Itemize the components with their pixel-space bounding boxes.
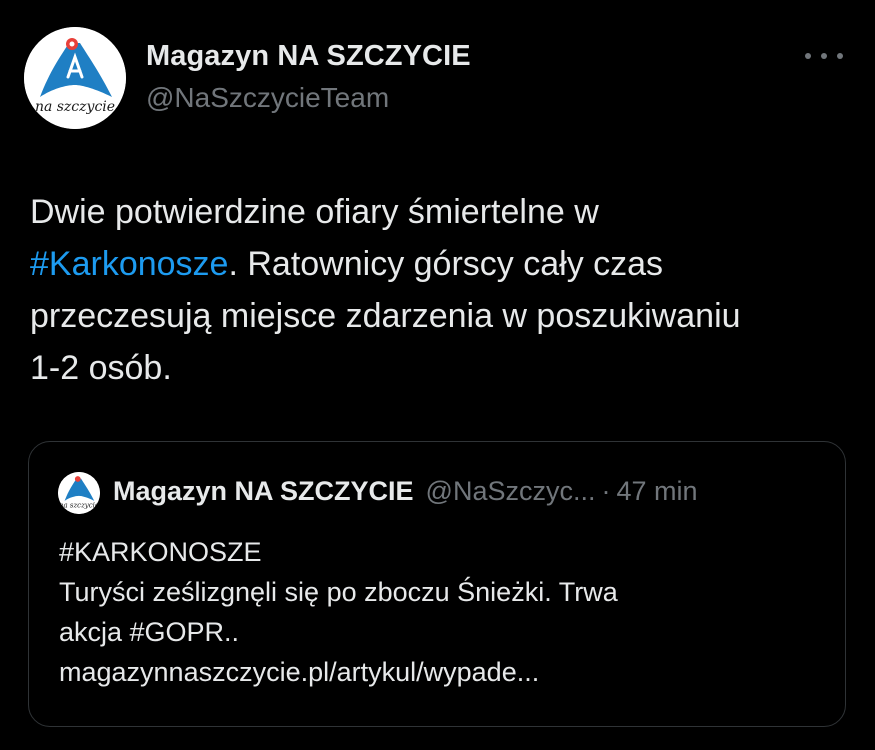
author-name[interactable]: Magazyn NA SZCZYCIE [146,40,471,73]
quote-author-avatar[interactable]: na szczycie [58,472,100,514]
quote-author-handle[interactable]: @NaSzczyc... [426,476,596,507]
hashtag-link[interactable]: #Karkonosze [30,245,228,283]
more-horizontal-icon-dot [821,53,827,59]
tweet-text: Dwie potwierdzine ofiary śmiertelne w #K… [30,186,850,394]
quote-text-line: akcja #GOPR.. [59,617,240,647]
more-horizontal-icon-dot [837,53,843,59]
more-button[interactable] [802,44,846,68]
quote-text: #KARKONOSZE Turyści ześlizgnęli się po z… [59,532,829,692]
quote-timestamp[interactable]: 47 min [616,476,697,507]
tweet: na szczycie Magazyn NA SZCZYCIE @NaSzczy… [0,0,875,750]
tweet-text-line: #Karkonosze. Ratownicy górscy cały czas [30,238,850,290]
tweet-text-line: przeczesują miejsce zdarzenia w poszukiw… [30,297,741,335]
svg-text:na szczycie: na szczycie [35,99,115,115]
author-handle[interactable]: @NaSzczycieTeam [146,82,389,114]
quote-text-line: magazynnaszczycie.pl/artykul/wypade... [59,657,540,687]
author-avatar[interactable]: na szczycie [24,27,126,129]
tweet-text-line: Dwie potwierdzine ofiary śmiertelne w [30,193,599,231]
quote-header: Magazyn NA SZCZYCIE @NaSzczyc... · 47 mi… [113,476,698,507]
na-szczycie-logo-icon: na szczycie [58,472,100,514]
quote-text-line: Turyści ześlizgnęli się po zboczu Śnieżk… [59,577,618,607]
tweet-text-segment: . Ratownicy górscy cały czas [228,245,664,283]
quote-author-name[interactable]: Magazyn NA SZCZYCIE [113,476,414,507]
more-horizontal-icon [805,53,811,59]
quoted-tweet-card[interactable]: na szczycie Magazyn NA SZCZYCIE @NaSzczy… [28,441,846,727]
svg-text:na szczycie: na szczycie [59,501,99,509]
na-szczycie-logo-icon: na szczycie [24,27,126,129]
quote-separator: · [601,476,611,506]
tweet-text-line: 1-2 osób. [30,349,172,387]
quote-text-line: #KARKONOSZE [59,537,262,567]
